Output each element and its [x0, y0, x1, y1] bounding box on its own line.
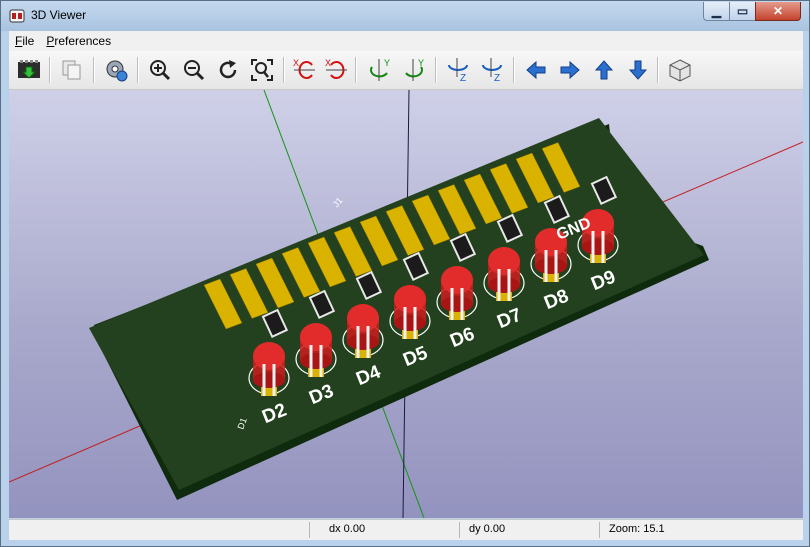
- pan-up-icon: [594, 60, 614, 80]
- svg-text:Z: Z: [460, 73, 466, 83]
- orthographic-toggle-icon: [669, 59, 691, 82]
- 3d-viewer-app-icon: [9, 9, 25, 23]
- rotate-z-ccw-icon: Z: [482, 58, 502, 83]
- led-dome: [300, 323, 332, 351]
- status-bar: dx 0.00 dy 0.00 Zoom: 15.1: [9, 519, 803, 540]
- zoom-out-button[interactable]: [179, 55, 209, 85]
- pan-right-button[interactable]: [555, 55, 585, 85]
- led-dome: [347, 304, 379, 332]
- led-base: [394, 315, 426, 331]
- led-base: [441, 296, 473, 312]
- pan-down-icon: [628, 60, 648, 80]
- close-icon: ✕: [772, 4, 784, 18]
- status-zoom: Zoom: 15.1: [609, 523, 665, 535]
- led-dome: [394, 285, 426, 313]
- duplicate-button[interactable]: [57, 55, 87, 85]
- minimize-button[interactable]: ▁: [703, 2, 730, 21]
- led-base: [253, 372, 285, 388]
- led-base: [300, 353, 332, 369]
- settings-button[interactable]: [101, 55, 131, 85]
- rotate-z-cw-icon: Z: [448, 58, 468, 83]
- zoom-fit-icon: [251, 59, 273, 81]
- led-base: [535, 258, 567, 274]
- pan-up-button[interactable]: [589, 55, 619, 85]
- duplicate-icon: [62, 60, 81, 80]
- svg-text:Y: Y: [384, 58, 390, 68]
- pcb-3d-render[interactable]: J1 D1 GND D2D3D4D5D6D7D8D9: [9, 90, 803, 518]
- toolbar: X X Y Y Z Z: [9, 51, 803, 90]
- maximize-icon: ▭: [736, 4, 749, 18]
- menu-preferences[interactable]: Preferences: [40, 34, 117, 48]
- rotate-x-ccw-icon: X: [325, 58, 347, 79]
- app-window: 3D Viewer ▁ ▭ ✕ File Preferences X X Y Y…: [0, 0, 810, 547]
- menu-bar: File Preferences: [9, 31, 803, 51]
- zoom-in-button[interactable]: [145, 55, 175, 85]
- svg-text:X: X: [293, 58, 299, 68]
- zoom-in-icon: [150, 60, 171, 81]
- svg-text:Z: Z: [494, 73, 500, 83]
- zoom-fit-button[interactable]: [247, 55, 277, 85]
- settings-icon: [106, 60, 128, 82]
- title-bar[interactable]: 3D Viewer ▁ ▭ ✕: [1, 1, 809, 31]
- rotate-z-ccw-button[interactable]: Z: [477, 55, 507, 85]
- pan-down-button[interactable]: [623, 55, 653, 85]
- led-base: [582, 239, 614, 255]
- rotate-x-cw-icon: X: [293, 58, 315, 79]
- menu-file-label: ile: [22, 34, 35, 48]
- silk-label-j1: J1: [331, 196, 345, 210]
- copy-3d-image-icon: [18, 60, 40, 79]
- svg-text:X: X: [325, 58, 331, 68]
- rotate-x-cw-button[interactable]: X: [289, 55, 319, 85]
- zoom-out-icon: [184, 60, 205, 81]
- close-button[interactable]: ✕: [755, 2, 801, 21]
- orthographic-toggle-button[interactable]: [665, 55, 695, 85]
- svg-text:Y: Y: [418, 58, 424, 68]
- copy-3d-image-button[interactable]: [14, 55, 44, 85]
- 3d-viewport[interactable]: J1 D1 GND D2 D3 D4 D5 D6 D7 D8 D9: [9, 90, 803, 518]
- redraw-icon: [219, 60, 237, 79]
- rotate-z-cw-button[interactable]: Z: [443, 55, 473, 85]
- led-base: [347, 334, 379, 350]
- pan-left-icon: [526, 60, 546, 80]
- status-dx: dx 0.00: [329, 523, 366, 535]
- led-base: [488, 277, 520, 293]
- redraw-button[interactable]: [213, 55, 243, 85]
- rotate-y-ccw-icon: Y: [405, 58, 424, 81]
- window-title: 3D Viewer: [31, 8, 87, 22]
- led-dome: [488, 247, 520, 275]
- pan-left-button[interactable]: [521, 55, 551, 85]
- menu-preferences-label: references: [54, 34, 112, 48]
- rotate-y-cw-icon: Y: [370, 58, 390, 81]
- rotate-y-cw-button[interactable]: Y: [365, 55, 395, 85]
- rotate-x-ccw-button[interactable]: X: [321, 55, 351, 85]
- minimize-icon: ▁: [711, 4, 722, 18]
- menu-file[interactable]: File: [9, 34, 40, 48]
- status-dy: dy 0.00: [469, 523, 506, 535]
- pan-right-icon: [560, 60, 580, 80]
- led-dome: [253, 342, 285, 370]
- rotate-y-ccw-button[interactable]: Y: [399, 55, 429, 85]
- maximize-button[interactable]: ▭: [729, 2, 756, 21]
- led-dome: [441, 266, 473, 294]
